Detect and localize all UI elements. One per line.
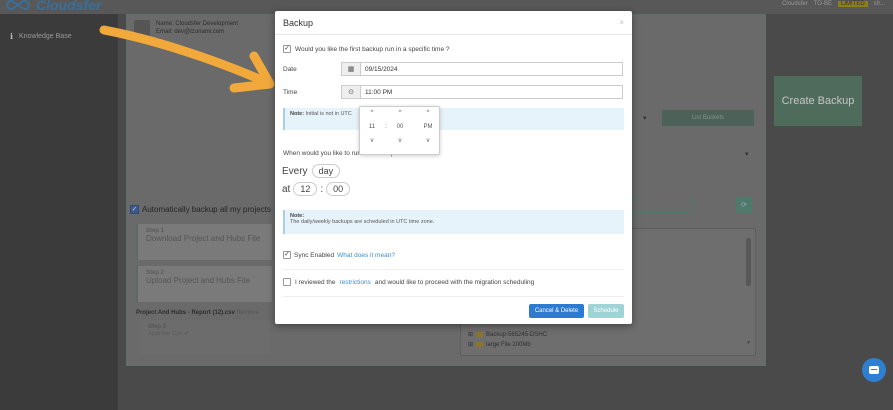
review-row[interactable]: I reviewed the restrictions and would li…	[283, 278, 534, 286]
note-box: Note: Initial is not in UTC	[283, 108, 624, 130]
project-file-name: Project And Hubs - Report (12).csv	[136, 310, 235, 316]
infinity-logo-icon	[6, 0, 30, 11]
note-title: Note:	[290, 111, 305, 117]
time-row: Time ⊙ 11:00 PM	[283, 85, 623, 99]
cancel-delete-button[interactable]: Cancel & Delete	[529, 304, 584, 318]
hour-select[interactable]: 12	[293, 182, 318, 196]
header-right: Cloudsfer TO-BE LIMITED sfr...	[782, 1, 885, 7]
hour-down-icon[interactable]: v	[364, 138, 380, 144]
tree-item[interactable]: ⊞ Backup-565245-DSHC	[468, 331, 548, 339]
modal-header: Backup ×	[275, 11, 632, 35]
schedule-button[interactable]: Schedule	[588, 304, 624, 318]
step-title: Approve Csv ✔	[148, 331, 190, 337]
chevron-down-icon[interactable]: ▾	[643, 114, 647, 122]
expand-icon[interactable]: ⊞	[468, 331, 473, 338]
header-item[interactable]: TO-BE	[814, 1, 832, 7]
step-title: Download Project and Hubs File	[146, 234, 261, 243]
minute-up-icon[interactable]: ^	[392, 110, 408, 116]
remove-link[interactable]: Remove	[236, 310, 258, 316]
chevron-down-icon[interactable]: ▾	[745, 150, 749, 158]
step-title: Upload Project and Hubs File	[146, 276, 251, 285]
every-row: Every day	[282, 164, 341, 178]
note-text: Initial is not in UTC	[305, 111, 352, 117]
tree-item-label: Backup-565245-DSHC	[486, 331, 548, 338]
time-picker-popup: ^ 11 v : ^ 00 v ^ PM v	[359, 106, 440, 155]
brand-logo[interactable]: Cloudsfer	[4, 0, 101, 13]
clock-icon[interactable]: ⊙	[341, 85, 361, 99]
sidebar-item-label: Knowledge Base	[19, 33, 72, 40]
search-input[interactable]	[622, 197, 694, 213]
step-card: Step 3 Approve Csv ✔	[140, 320, 270, 354]
scrollbar[interactable]	[746, 238, 751, 286]
minute-value: 00	[396, 124, 404, 130]
review-checkbox[interactable]	[283, 278, 291, 286]
specific-time-row[interactable]: ✓ Would you like the first backup run in…	[283, 45, 450, 53]
calendar-icon[interactable]: ▦	[341, 62, 361, 76]
expand-icon[interactable]: ⊞	[468, 341, 473, 348]
restrictions-link[interactable]: restrictions	[339, 279, 370, 286]
tree-item-label: large File 200Mb	[486, 341, 531, 348]
refresh-button[interactable]: ⟳	[736, 197, 752, 213]
close-icon[interactable]: ×	[619, 18, 624, 27]
date-row: Date ▦ 09/15/2024	[283, 62, 623, 76]
time-label: Time	[283, 88, 298, 96]
meridiem-up-icon[interactable]: ^	[420, 110, 436, 116]
minute-select[interactable]: 00	[326, 182, 351, 196]
brand-name: Cloudsfer	[36, 0, 102, 13]
review-prefix: I reviewed the	[295, 278, 336, 286]
time-separator: :	[320, 183, 324, 195]
chat-button[interactable]	[862, 358, 886, 382]
header-item[interactable]: Cloudsfer	[782, 1, 808, 7]
modal-title: Backup	[283, 17, 314, 28]
sync-row[interactable]: ✓ Sync Enabled What does it mean?	[283, 251, 395, 259]
step-card: Step 1 Download Project and Hubs File	[136, 224, 272, 260]
hour-up-icon[interactable]: ^	[364, 110, 380, 116]
what-does-it-mean-link[interactable]: What does it mean?	[337, 252, 395, 259]
folder-icon	[476, 342, 484, 347]
chat-icon	[869, 366, 879, 374]
specific-time-label: Would you like the first backup run in a…	[295, 45, 450, 53]
meridiem-value: PM	[423, 124, 433, 130]
every-label: Every	[282, 165, 308, 177]
minute-down-icon[interactable]: v	[392, 138, 408, 144]
meridiem-down-icon[interactable]: v	[420, 138, 436, 144]
header-item[interactable]: sfr...	[874, 1, 885, 7]
auto-backup-checkbox-row[interactable]: ✓ Automatically backup all my projects	[130, 205, 271, 214]
divider	[283, 269, 624, 270]
tree-item[interactable]: ⊞ large File 200Mb	[468, 341, 531, 349]
step-card: Step 2 Upload Project and Hubs File	[136, 266, 272, 302]
sync-label: Sync Enabled	[294, 251, 335, 259]
folder-icon	[476, 332, 484, 337]
at-row: at 12 : 00	[282, 182, 351, 196]
sync-checkbox[interactable]: ✓	[283, 251, 291, 259]
list-buckets-button[interactable]: List Buckets	[662, 110, 754, 126]
refresh-icon: ⟳	[741, 202, 747, 209]
note-text: The daily/weekly backups are scheduled i…	[290, 219, 435, 225]
create-backup-button[interactable]: Create Backup	[774, 76, 862, 126]
utc-note-box: Note: The daily/weekly backups are sched…	[283, 210, 624, 234]
annotation-arrow-icon	[99, 25, 275, 93]
project-file-label: Project And Hubs - Report (12).csv Remov…	[136, 310, 259, 316]
backup-modal: Backup × ✓ Would you like the first back…	[275, 11, 632, 324]
auto-backup-label: Automatically backup all my projects	[142, 205, 271, 214]
date-input[interactable]: 09/15/2024	[361, 62, 623, 76]
frequency-select[interactable]: day	[311, 164, 341, 178]
info-icon: ℹ	[10, 32, 14, 41]
specific-time-checkbox[interactable]: ✓	[283, 45, 291, 53]
date-label: Date	[283, 65, 297, 73]
checkbox-checked[interactable]: ✓	[130, 205, 139, 214]
time-input[interactable]: 11:00 PM	[361, 85, 623, 99]
status-badge: LIMITED	[837, 1, 868, 7]
at-label: at	[282, 183, 291, 195]
divider	[283, 296, 624, 297]
review-suffix: and would like to proceed with the migra…	[374, 278, 535, 286]
scroll-down-icon[interactable]: ▼	[746, 340, 751, 346]
